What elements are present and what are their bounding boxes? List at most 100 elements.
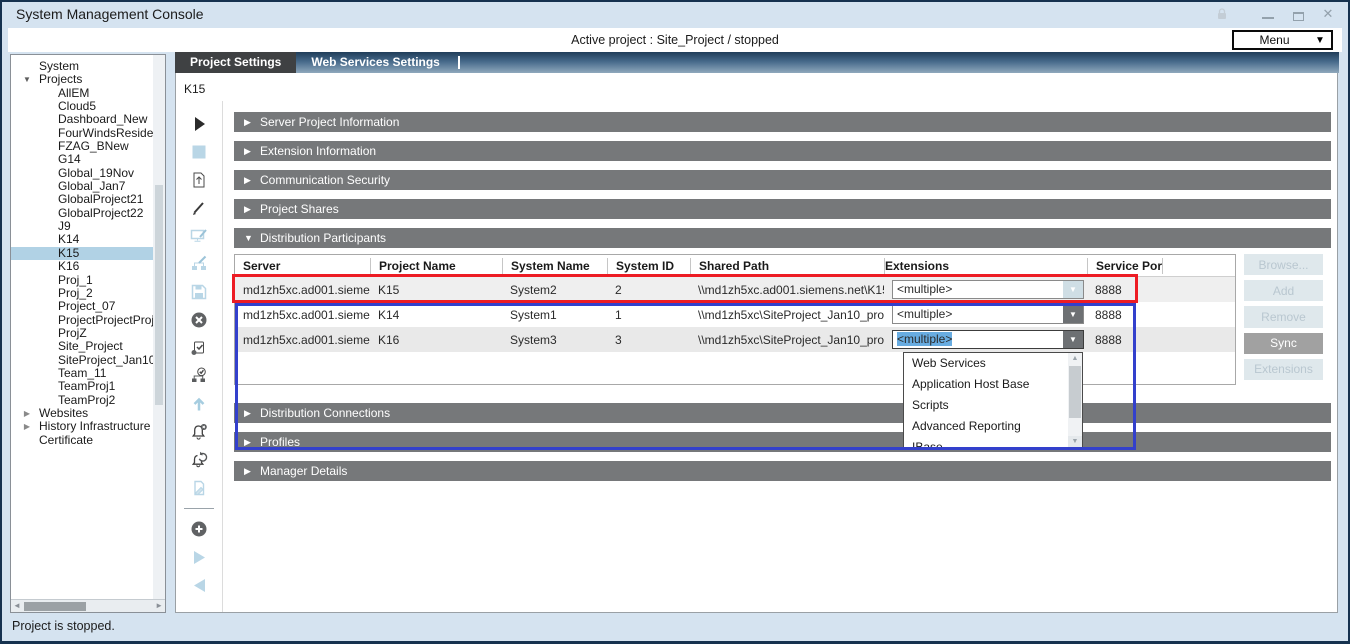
tree-item-fzag-bnew[interactable]: FZAG_BNew bbox=[11, 140, 153, 153]
minimize-button[interactable] bbox=[1260, 6, 1276, 22]
tree-item-history-infrastructure[interactable]: ▶History Infrastructure bbox=[11, 420, 153, 433]
tree-item-label: Projects bbox=[39, 72, 82, 86]
stop-button[interactable] bbox=[189, 142, 209, 162]
table-row[interactable]: md1zh5xc.ad001.siemensK16System33\\md1zh… bbox=[235, 327, 1235, 352]
reset-alarm-button[interactable] bbox=[189, 450, 209, 470]
expanded-arrow-icon[interactable]: ▼ bbox=[20, 73, 34, 86]
clear-document-button[interactable] bbox=[189, 478, 209, 498]
dropdown-option-ibase[interactable]: IBase bbox=[904, 437, 1068, 449]
forward-button[interactable] bbox=[189, 547, 209, 567]
section-header-manager-details[interactable]: ▶Manager Details bbox=[234, 461, 1331, 481]
scroll-down-arrow-icon[interactable]: ▼ bbox=[1068, 436, 1082, 448]
extensions-combobox[interactable]: <multiple>▼ bbox=[892, 330, 1084, 349]
scroll-right-arrow-icon[interactable]: ► bbox=[155, 601, 163, 610]
section-header-communication-security[interactable]: ▶Communication Security bbox=[234, 170, 1331, 190]
network-check-button[interactable] bbox=[189, 366, 209, 386]
tab-web-services-settings[interactable]: Web Services Settings bbox=[296, 52, 455, 73]
save-button[interactable] bbox=[189, 282, 209, 302]
extensions-combobox[interactable]: <multiple>▼ bbox=[892, 280, 1084, 299]
column-header-project-name[interactable]: Project Name bbox=[370, 258, 502, 274]
cancel-button[interactable] bbox=[189, 310, 209, 330]
column-header-shared-path[interactable]: Shared Path bbox=[690, 258, 884, 274]
tree-item-k16[interactable]: K16 bbox=[11, 260, 153, 273]
extensions-combobox[interactable]: <multiple>▼ bbox=[892, 305, 1084, 324]
tree-item-proj-2[interactable]: Proj_2 bbox=[11, 287, 153, 300]
mute-alarm-button[interactable] bbox=[189, 422, 209, 442]
menu-dropdown[interactable]: Menu ▼ bbox=[1232, 30, 1333, 50]
tree-item-siteproject-jan10[interactable]: SiteProject_Jan10 bbox=[11, 354, 153, 367]
tree-item-projz[interactable]: ProjZ bbox=[11, 327, 153, 340]
back-button[interactable] bbox=[189, 575, 209, 595]
tree-item-global-19nov[interactable]: Global_19Nov bbox=[11, 167, 153, 180]
dropdown-option-web-services[interactable]: Web Services bbox=[904, 353, 1068, 374]
section-header-project-shares[interactable]: ▶Project Shares bbox=[234, 199, 1331, 219]
table-row[interactable]: md1zh5xc.ad001.siemensK15System22\\md1zh… bbox=[235, 277, 1235, 302]
tree-item-system[interactable]: System bbox=[11, 60, 153, 73]
export-document-button[interactable] bbox=[189, 170, 209, 190]
tab-project-settings[interactable]: Project Settings bbox=[175, 52, 296, 73]
column-header-extensions[interactable]: Extensions bbox=[884, 258, 1087, 274]
tree-item-label: K14 bbox=[58, 232, 79, 246]
tree-item-k15[interactable]: K15 bbox=[11, 247, 153, 260]
scroll-left-arrow-icon[interactable]: ◄ bbox=[13, 601, 21, 610]
scrollbar-thumb[interactable] bbox=[24, 602, 86, 611]
tree-item-project-07[interactable]: Project_07 bbox=[11, 300, 153, 313]
column-header-server[interactable]: Server bbox=[235, 258, 370, 274]
dropdown-scrollbar[interactable]: ▲ ▼ bbox=[1068, 353, 1082, 448]
section-header-distribution-participants[interactable]: ▼Distribution Participants bbox=[234, 228, 1331, 248]
up-arrow-button[interactable] bbox=[189, 394, 209, 414]
dropdown-option-advanced-reporting[interactable]: Advanced Reporting bbox=[904, 416, 1068, 437]
tree-item-team-11[interactable]: Team_11 bbox=[11, 367, 153, 380]
tree-vertical-scrollbar[interactable] bbox=[153, 55, 165, 599]
add-button[interactable] bbox=[189, 519, 209, 539]
combobox-arrow-icon[interactable]: ▼ bbox=[1063, 306, 1083, 323]
tree-item-teamproj2[interactable]: TeamProj2 bbox=[11, 394, 153, 407]
tree-item-globalproject21[interactable]: GlobalProject21 bbox=[11, 193, 153, 206]
section-header-server-project-information[interactable]: ▶Server Project Information bbox=[234, 112, 1331, 132]
tree-horizontal-scrollbar[interactable]: ◄ ► bbox=[11, 599, 165, 612]
tree-item-g14[interactable]: G14 bbox=[11, 153, 153, 166]
tree-item-j9[interactable]: J9 bbox=[11, 220, 153, 233]
tree-item-teamproj1[interactable]: TeamProj1 bbox=[11, 380, 153, 393]
tree-item-site-project[interactable]: Site_Project bbox=[11, 340, 153, 353]
tree-item-fourwindsresidence[interactable]: FourWindsResidence bbox=[11, 127, 153, 140]
cell-shared-path: \\md1zh5xc\SiteProject_Jan10_profiles bbox=[690, 333, 884, 347]
section-header-profiles[interactable]: ▶Profiles bbox=[234, 432, 1331, 452]
scroll-up-arrow-icon[interactable]: ▲ bbox=[1068, 353, 1082, 365]
tree-item-projects[interactable]: ▼ Projects bbox=[11, 73, 153, 86]
column-header-system-id[interactable]: System ID bbox=[607, 258, 690, 274]
tree-item-projectprojectprojecti[interactable]: ProjectProjectProjectI bbox=[11, 314, 153, 327]
column-header-system-name[interactable]: System Name bbox=[502, 258, 607, 274]
project-tree-panel: System▼ProjectsAllEMCloud5Dashboard_NewF… bbox=[10, 54, 166, 613]
tree-item-global-jan7[interactable]: Global_Jan7 bbox=[11, 180, 153, 193]
tree-item-allem[interactable]: AllEM bbox=[11, 87, 153, 100]
play-button[interactable] bbox=[189, 114, 209, 134]
tree-item-cloud5[interactable]: Cloud5 bbox=[11, 100, 153, 113]
settings-check-button[interactable] bbox=[189, 338, 209, 358]
close-button[interactable]: ✕ bbox=[1320, 6, 1336, 22]
dropdown-option-application-host-base[interactable]: Application Host Base bbox=[904, 374, 1068, 395]
tree-item-dashboard-new[interactable]: Dashboard_New bbox=[11, 113, 153, 126]
scrollbar-thumb[interactable] bbox=[155, 185, 163, 405]
maximize-button[interactable] bbox=[1290, 6, 1306, 22]
column-header-service-port[interactable]: Service Port bbox=[1087, 258, 1162, 274]
section-header-extension-information[interactable]: ▶Extension Information bbox=[234, 141, 1331, 161]
table-row[interactable]: md1zh5xc.ad001.siemensK14System11\\md1zh… bbox=[235, 302, 1235, 327]
section-header-distribution-connections[interactable]: ▶Distribution Connections bbox=[234, 403, 1331, 423]
tree-item-websites[interactable]: ▶Websites bbox=[11, 407, 153, 420]
tree-item-certificate[interactable]: Certificate bbox=[11, 434, 153, 447]
tree-item-globalproject22[interactable]: GlobalProject22 bbox=[11, 207, 153, 220]
edit-network-button[interactable] bbox=[189, 254, 209, 274]
tree-item-proj-1[interactable]: Proj_1 bbox=[11, 274, 153, 287]
dropdown-option-scripts[interactable]: Scripts bbox=[904, 395, 1068, 416]
combobox-arrow-icon[interactable]: ▼ bbox=[1063, 281, 1083, 298]
column-header-blank[interactable] bbox=[1162, 258, 1235, 274]
collapsed-arrow-icon[interactable]: ▶ bbox=[20, 420, 34, 433]
scrollbar-thumb[interactable] bbox=[1069, 366, 1081, 418]
sync-button[interactable]: Sync bbox=[1244, 333, 1323, 354]
combobox-arrow-icon[interactable]: ▼ bbox=[1063, 331, 1083, 348]
tree-item-k14[interactable]: K14 bbox=[11, 233, 153, 246]
pen-button[interactable] bbox=[189, 198, 209, 218]
edit-monitor-button[interactable] bbox=[189, 226, 209, 246]
collapsed-arrow-icon[interactable]: ▶ bbox=[20, 407, 34, 420]
